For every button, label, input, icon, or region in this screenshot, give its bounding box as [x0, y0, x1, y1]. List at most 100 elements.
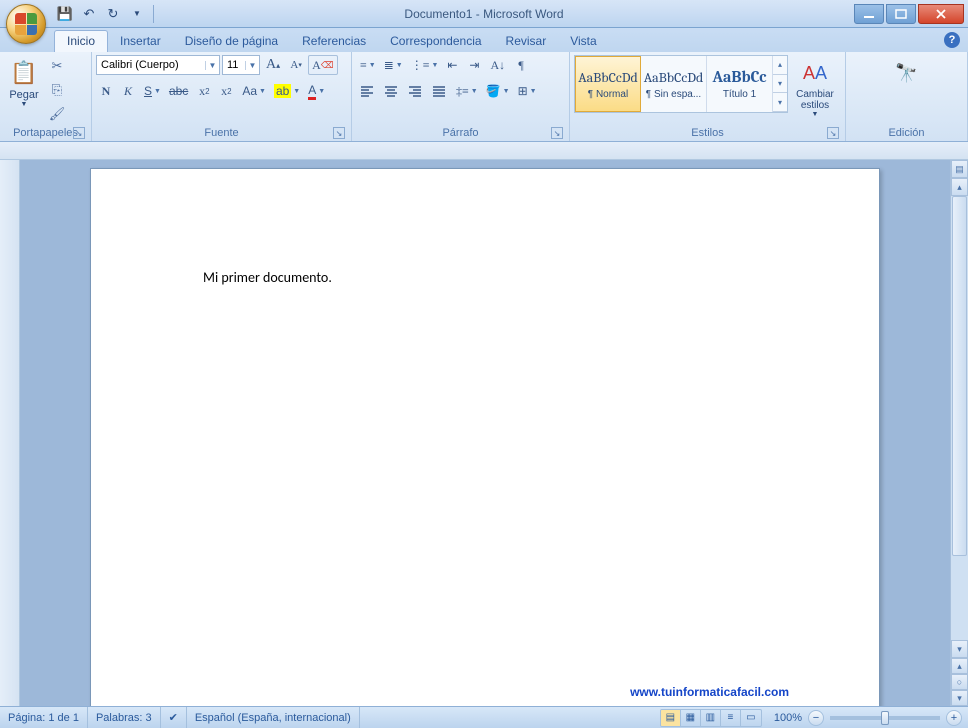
redo-icon[interactable]: ↻ [102, 3, 124, 25]
subscript-button[interactable]: x2 [194, 81, 214, 101]
page[interactable]: Mi primer documento. www.tuinformaticafa… [90, 168, 880, 706]
status-page[interactable]: Página: 1 de 1 [0, 707, 88, 728]
undo-icon[interactable]: ↶ [78, 3, 100, 25]
scroll-up-icon[interactable]: ▴ [951, 178, 968, 196]
change-styles-icon: AA [799, 57, 831, 89]
close-button[interactable] [918, 4, 964, 24]
styles-group-label: Estilos↘ [574, 125, 841, 141]
numbering-icon[interactable]: ≣▼ [380, 55, 405, 75]
document-text[interactable]: Mi primer documento. [203, 269, 332, 286]
vertical-scrollbar[interactable]: ▤ ▴ ▾ ▴ ○ ▾ [950, 160, 968, 706]
zoom-in-button[interactable]: + [946, 710, 962, 726]
tab-inicio[interactable]: Inicio [54, 30, 108, 52]
view-full-screen-icon[interactable]: ▦ [681, 710, 701, 726]
status-bar: Página: 1 de 1 Palabras: 3 ✔ Español (Es… [0, 706, 968, 728]
document-viewport[interactable]: Mi primer documento. www.tuinformaticafa… [20, 160, 950, 706]
view-print-layout-icon[interactable]: ▤ [661, 710, 681, 726]
watermark-text: www.tuinformaticafacil.com [630, 685, 789, 699]
office-button[interactable] [6, 4, 46, 44]
group-paragraph: ≡▼ ≣▼ ⋮≡▼ ⇤ ⇥ A↓ ¶ [352, 52, 570, 141]
save-icon[interactable]: 💾 [54, 3, 76, 25]
view-web-icon[interactable]: ▥ [701, 710, 721, 726]
clipboard-group-label: Portapapeles↘ [4, 125, 87, 141]
qat-customize-icon[interactable]: ▼ [126, 3, 148, 25]
horizontal-ruler[interactable] [0, 142, 968, 160]
zoom-level[interactable]: 100% [774, 712, 802, 724]
help-icon[interactable]: ? [944, 32, 960, 48]
find-button[interactable]: 🔭 [887, 55, 927, 91]
highlight-button[interactable]: ab▼ [270, 81, 302, 101]
separator [153, 5, 154, 23]
maximize-button[interactable] [886, 4, 916, 24]
vertical-ruler[interactable] [0, 160, 20, 706]
line-spacing-icon[interactable]: ‡≡▼ [452, 81, 480, 101]
font-color-button[interactable]: A▼ [304, 81, 327, 101]
shrink-font-icon[interactable]: A▾ [286, 55, 306, 75]
tab-revisar[interactable]: Revisar [494, 31, 559, 52]
ribbon: 📋 Pegar ▼ ✂ ⎘ 🖌 Portapapeles↘ Calibri (C… [0, 52, 968, 142]
view-outline-icon[interactable]: ≡ [721, 710, 741, 726]
ruler-toggle-icon[interactable]: ▤ [951, 160, 968, 178]
strikethrough-button[interactable]: abc [165, 81, 192, 101]
clipboard-launcher[interactable]: ↘ [73, 127, 85, 139]
cut-icon[interactable]: ✂ [46, 55, 68, 77]
bold-button[interactable]: N [96, 81, 116, 101]
font-size-combo[interactable]: 11▼ [222, 55, 260, 75]
paste-label: Pegar [9, 89, 38, 101]
shading-icon[interactable]: 🪣▼ [482, 81, 512, 101]
sort-icon[interactable]: A↓ [486, 55, 509, 75]
window-controls [854, 4, 968, 24]
italic-button[interactable]: K [118, 81, 138, 101]
style-gallery-scroll[interactable]: ▴▾▾ [773, 56, 787, 112]
scroll-track[interactable] [951, 196, 968, 640]
prev-page-icon[interactable]: ▴ [951, 658, 968, 674]
change-styles-button[interactable]: AA Cambiar estilos ▼ [790, 55, 840, 120]
status-language[interactable]: Español (España, internacional) [187, 707, 360, 728]
change-case-button[interactable]: Aa▼ [238, 81, 268, 101]
clear-format-icon[interactable]: A⌫ [308, 55, 337, 75]
status-proofing-icon[interactable]: ✔ [161, 707, 187, 728]
decrease-indent-icon[interactable]: ⇤ [442, 55, 462, 75]
borders-icon[interactable]: ⊞▼ [514, 81, 539, 101]
align-center-icon[interactable] [380, 81, 402, 101]
tab-vista[interactable]: Vista [558, 31, 608, 52]
zoom-out-button[interactable]: − [808, 710, 824, 726]
superscript-button[interactable]: x2 [216, 81, 236, 101]
document-area: Mi primer documento. www.tuinformaticafa… [0, 160, 968, 706]
view-draft-icon[interactable]: ▭ [741, 710, 761, 726]
next-page-icon[interactable]: ▾ [951, 690, 968, 706]
paragraph-launcher[interactable]: ↘ [551, 127, 563, 139]
increase-indent-icon[interactable]: ⇥ [464, 55, 484, 75]
style-heading1[interactable]: AaBbCc Título 1 [707, 56, 773, 112]
bullets-icon[interactable]: ≡▼ [356, 55, 378, 75]
align-left-icon[interactable] [356, 81, 378, 101]
scroll-down-icon[interactable]: ▾ [951, 640, 968, 658]
status-words[interactable]: Palabras: 3 [88, 707, 161, 728]
view-buttons: ▤ ▦ ▥ ≡ ▭ [660, 709, 762, 727]
styles-launcher[interactable]: ↘ [827, 127, 839, 139]
font-launcher[interactable]: ↘ [333, 127, 345, 139]
grow-font-icon[interactable]: A▴ [262, 55, 284, 75]
format-painter-icon[interactable]: 🖌 [46, 103, 68, 125]
minimize-button[interactable] [854, 4, 884, 24]
group-font: Calibri (Cuerpo)▼ 11▼ A▴ A▾ A⌫ N K S▼ ab… [92, 52, 352, 141]
paste-button[interactable]: 📋 Pegar ▼ [4, 55, 44, 110]
tab-diseno-pagina[interactable]: Diseño de página [173, 31, 290, 52]
style-normal[interactable]: AaBbCcDd ¶ Normal [575, 56, 641, 112]
style-no-spacing[interactable]: AaBbCcDd ¶ Sin espa... [641, 56, 707, 112]
scroll-thumb[interactable] [952, 196, 967, 556]
align-right-icon[interactable] [404, 81, 426, 101]
copy-icon[interactable]: ⎘ [46, 79, 68, 101]
style-gallery: AaBbCcDd ¶ Normal AaBbCcDd ¶ Sin espa...… [574, 55, 788, 113]
multilevel-icon[interactable]: ⋮≡▼ [407, 55, 441, 75]
underline-button[interactable]: S▼ [140, 81, 163, 101]
show-marks-icon[interactable]: ¶ [511, 55, 531, 75]
tab-insertar[interactable]: Insertar [108, 31, 173, 52]
align-justify-icon[interactable] [428, 81, 450, 101]
zoom-slider[interactable] [830, 716, 940, 720]
tab-correspondencia[interactable]: Correspondencia [378, 31, 493, 52]
select-browse-icon[interactable]: ○ [951, 674, 968, 690]
font-name-combo[interactable]: Calibri (Cuerpo)▼ [96, 55, 220, 75]
tab-referencias[interactable]: Referencias [290, 31, 378, 52]
change-styles-label: Cambiar estilos [794, 89, 836, 111]
